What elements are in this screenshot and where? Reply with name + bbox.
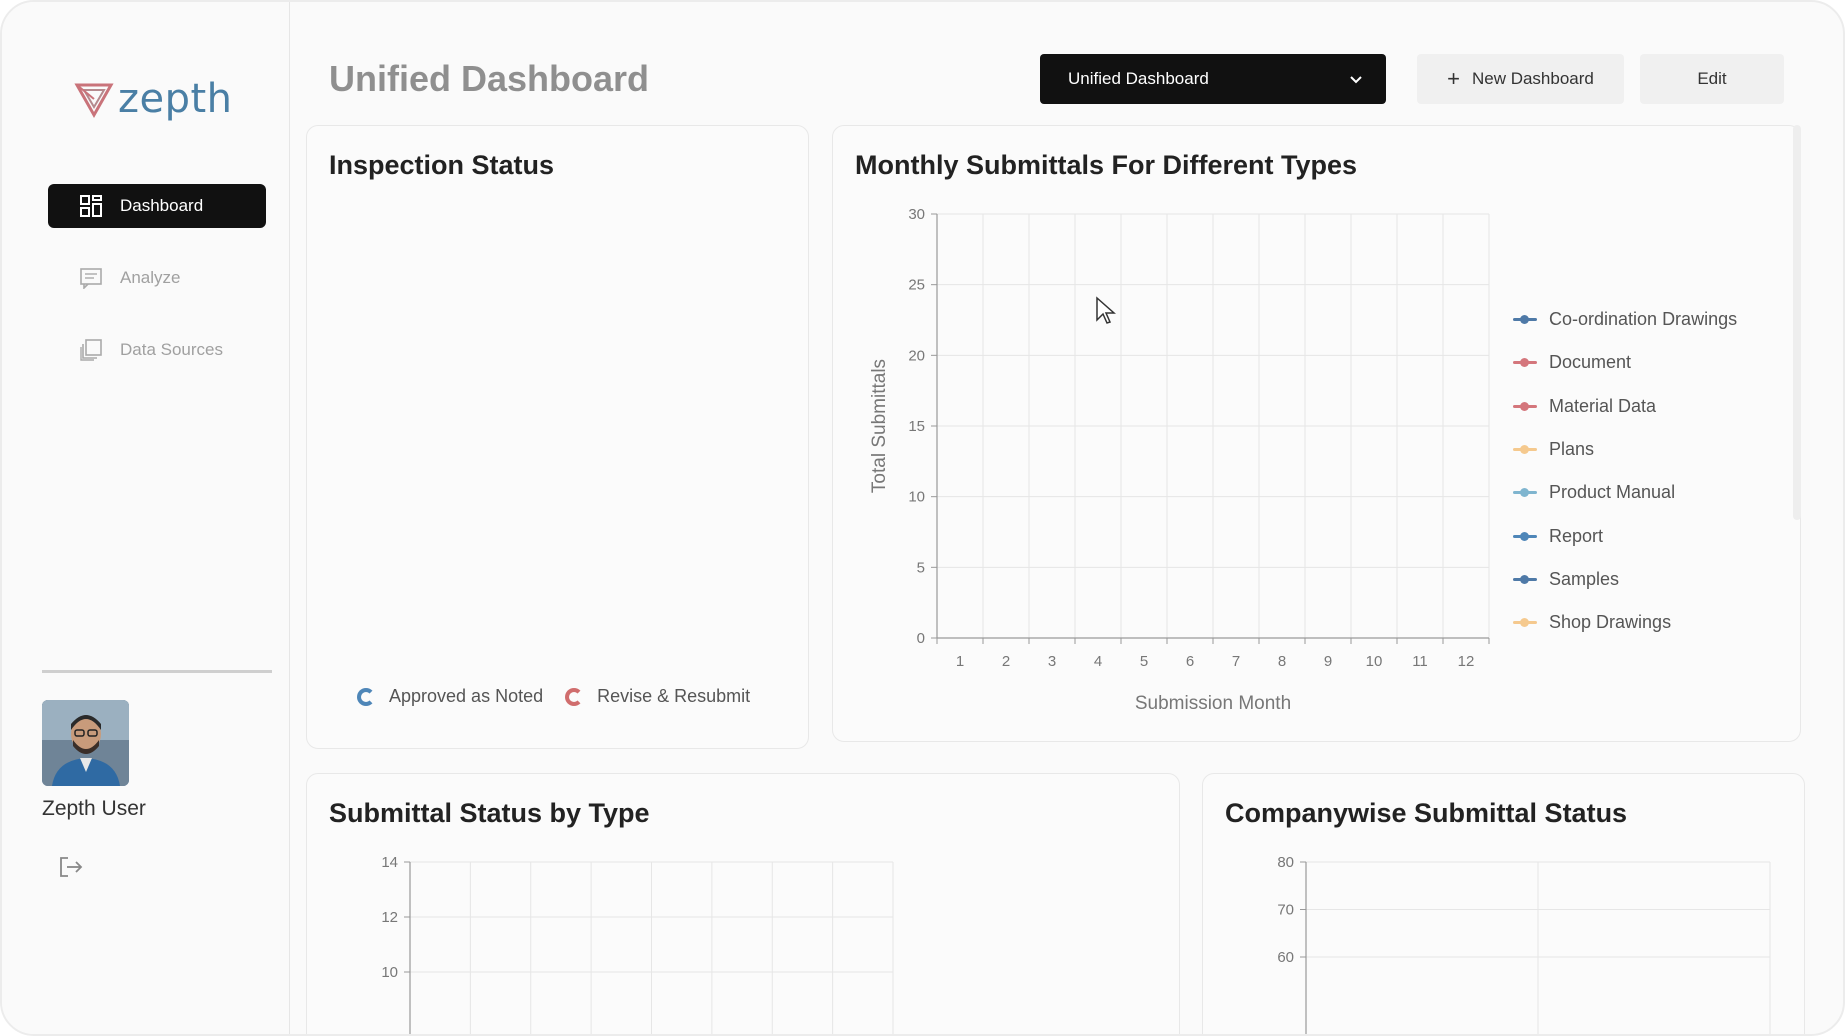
y-tick-label: 0: [917, 630, 925, 647]
y-tick-label: 15: [908, 418, 925, 435]
legend-item[interactable]: Material Data: [1513, 385, 1737, 428]
dashboard-grid-icon: [80, 195, 102, 217]
logo[interactable]: zepth: [74, 74, 233, 124]
x-tick-label: 11: [1412, 653, 1428, 670]
new-dashboard-label: New Dashboard: [1471, 69, 1594, 88]
x-tick-label: 9: [1324, 653, 1332, 670]
y-tick-label: 10: [908, 489, 925, 506]
legend-marker-icon: [1513, 531, 1537, 541]
x-tick-label: 7: [1232, 653, 1240, 670]
dashboard-select-value: Unified Dashboard: [1068, 69, 1209, 88]
sidebar: zepth Dashboard Analyze Data Sources Zep…: [2, 2, 290, 1034]
legend-item-revise-resubmit[interactable]: Revise & Resubmit: [565, 686, 750, 707]
y-tick-label: 14: [381, 854, 398, 871]
x-tick-label: 8: [1278, 653, 1286, 670]
x-tick-label: 10: [1366, 653, 1383, 670]
sidebar-item-data-sources[interactable]: Data Sources: [48, 328, 266, 372]
x-tick-label: 6: [1186, 653, 1194, 670]
monthly-legend: Co-ordination Drawings Document Material D…: [1513, 298, 1737, 644]
sidebar-item-label: Dashboard: [120, 196, 204, 215]
legend-item[interactable]: Product Manual: [1513, 471, 1737, 514]
x-tick-label: 5: [1140, 653, 1148, 670]
legend-label: Co-ordination Drawings: [1549, 309, 1738, 330]
legend-item[interactable]: Plans: [1513, 428, 1737, 471]
inspection-legend: Approved as Noted Revise & Resubmit: [357, 686, 772, 707]
chat-analyze-icon: [80, 268, 102, 289]
submittal-status-chart: 14 12 10: [381, 854, 894, 1034]
companywise-submittal-card: Companywise Submittal Status 80 70 60: [1202, 773, 1805, 1034]
mouse-cursor-icon: [1096, 296, 1116, 324]
legend-marker-icon: [1513, 315, 1537, 325]
y-axis-label: Total Submittals: [869, 359, 890, 493]
legend-item-approved-as-noted[interactable]: Approved as Noted: [357, 686, 543, 707]
legend-item[interactable]: Report: [1513, 514, 1737, 557]
legend-label: Material Data: [1549, 395, 1657, 416]
avatar[interactable]: [42, 700, 129, 786]
data-sources-icon: [80, 339, 102, 361]
y-tick-label: 30: [908, 206, 925, 223]
companywise-chart: 80 70 60: [1277, 854, 1771, 1034]
legend-label: Approved as Noted: [389, 686, 544, 706]
user-name: Zepth User: [42, 797, 146, 820]
legend-marker-icon: [1513, 401, 1537, 411]
y-tick-label: 10: [381, 964, 398, 981]
x-tick-label: 1: [956, 653, 964, 670]
sidebar-item-label: Data Sources: [120, 340, 223, 359]
zepth-logo-icon: [74, 83, 114, 119]
legend-marker-icon: [1513, 358, 1537, 368]
y-tick-label: 12: [381, 909, 398, 926]
y-tick-label: 25: [908, 277, 925, 294]
x-tick-label: 4: [1094, 653, 1102, 670]
chevron-down-icon: [1350, 76, 1362, 84]
legend-label: Shop Drawings: [1549, 612, 1672, 633]
sidebar-nav: Dashboard Analyze Data Sources: [48, 184, 266, 400]
inspection-status-card: Inspection Status Approved as Noted Revi…: [306, 125, 809, 749]
logout-icon[interactable]: [58, 854, 84, 880]
y-tick-label: 70: [1277, 902, 1294, 919]
y-tick-label: 60: [1277, 949, 1294, 966]
legend-label: Plans: [1549, 439, 1595, 460]
legend-ring-icon: [357, 687, 375, 706]
x-tick-label: 2: [1002, 653, 1010, 670]
y-tick-label: 20: [908, 347, 925, 364]
card-title: Inspection Status: [329, 150, 555, 180]
legend-ring-icon: [565, 687, 584, 706]
edit-label: Edit: [1697, 69, 1727, 88]
app-window: zepth Dashboard Analyze Data Sources Zep…: [0, 0, 1845, 1036]
monthly-submittals-card: Monthly Submittals For Different Types 0…: [832, 125, 1801, 742]
sidebar-item-analyze[interactable]: Analyze: [48, 256, 266, 300]
legend-item[interactable]: Shop Drawings: [1513, 601, 1737, 644]
legend-marker-icon: [1513, 445, 1537, 455]
legend-label: Document: [1549, 352, 1632, 373]
logo-text: zepth: [118, 76, 233, 122]
sidebar-item-label: Analyze: [120, 268, 181, 287]
legend-label: Revise & Resubmit: [597, 686, 751, 706]
y-tick-label: 5: [917, 559, 925, 576]
edit-button[interactable]: Edit: [1640, 54, 1784, 104]
x-tick-label: 3: [1048, 653, 1056, 670]
dashboard-select[interactable]: Unified Dashboard: [1040, 54, 1386, 104]
y-tick-label: 80: [1277, 854, 1294, 871]
plus-icon: +: [1447, 66, 1460, 91]
user-photo-icon: [42, 700, 129, 786]
legend-item[interactable]: Document: [1513, 341, 1737, 384]
legend-item[interactable]: Co-ordination Drawings: [1513, 298, 1737, 341]
legend-item[interactable]: Samples: [1513, 558, 1737, 601]
legend-label: Product Manual: [1549, 482, 1676, 503]
submittal-status-by-type-card: Submittal Status by Type 14 12 10: [306, 773, 1180, 1034]
x-tick-label: 12: [1458, 653, 1475, 670]
legend-marker-icon: [1513, 574, 1537, 584]
legend-label: Report: [1549, 525, 1604, 546]
sidebar-item-dashboard[interactable]: Dashboard: [48, 184, 266, 228]
page-title: Unified Dashboard: [329, 58, 650, 99]
legend-marker-icon: [1513, 618, 1537, 628]
x-axis-label: Submission Month: [1135, 693, 1291, 714]
scrollbar[interactable]: [1793, 125, 1801, 520]
sidebar-divider: [42, 670, 272, 673]
legend-marker-icon: [1513, 488, 1537, 498]
new-dashboard-button[interactable]: + New Dashboard: [1417, 54, 1624, 104]
legend-label: Samples: [1549, 568, 1620, 589]
